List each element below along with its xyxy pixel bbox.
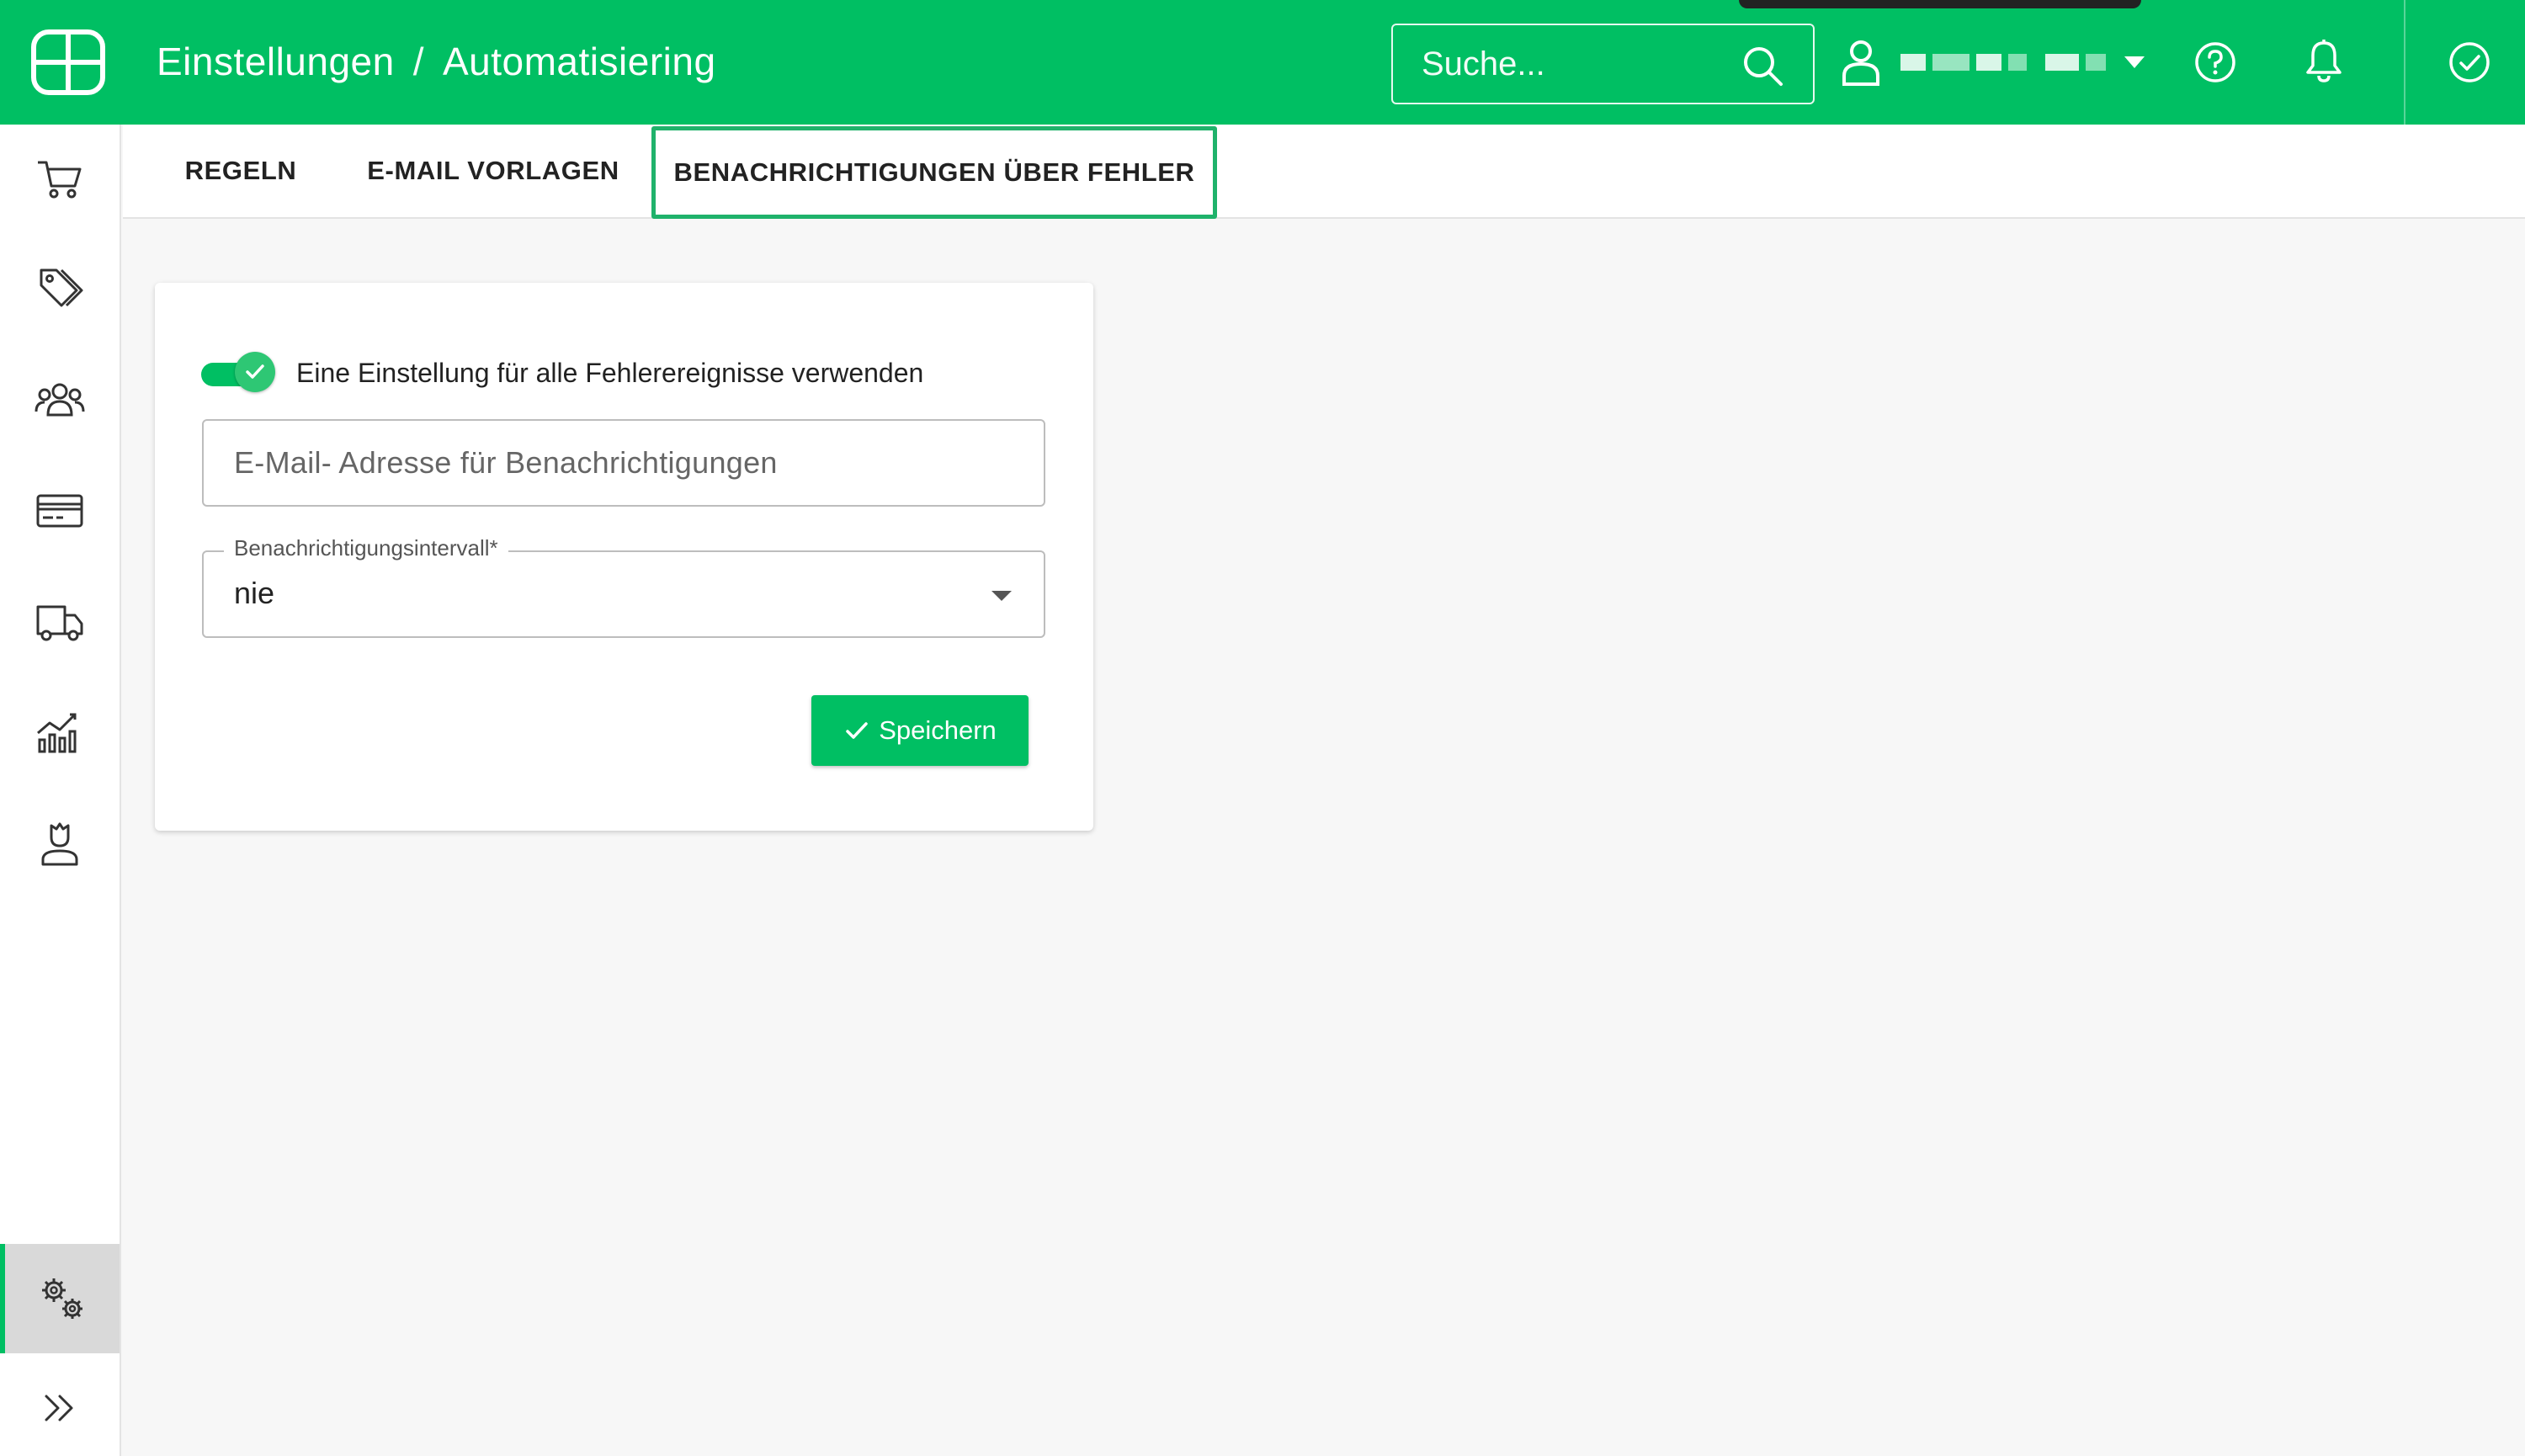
payment-card-icon	[36, 494, 83, 528]
check-icon	[846, 722, 868, 739]
chevron-down-icon[interactable]	[2124, 56, 2145, 68]
single-setting-toggle[interactable]	[201, 352, 275, 394]
top-bar: Einstellungen / Automatisiering	[0, 0, 2525, 125]
topbar-divider	[2404, 0, 2405, 125]
save-button[interactable]: Speichern	[811, 695, 1029, 766]
email-input[interactable]	[234, 421, 991, 505]
sidebar	[0, 125, 121, 1456]
user-icon	[1842, 40, 1879, 86]
sidebar-item-shipping[interactable]	[0, 567, 120, 677]
breadcrumb-separator: /	[412, 40, 424, 83]
sidebar-item-settings[interactable]	[0, 1244, 120, 1353]
tooltip-edge	[1739, 0, 2141, 8]
breadcrumb-settings[interactable]: Einstellungen	[157, 39, 395, 84]
interval-select[interactable]: Benachrichtigungsintervall* nie	[202, 535, 1045, 638]
customers-icon	[35, 383, 85, 417]
support-agent-icon	[41, 822, 78, 866]
tab-email-templates[interactable]: E-MAIL VORLAGEN	[350, 125, 636, 217]
interval-label: Benachrichtigungsintervall*	[224, 535, 508, 561]
help-icon[interactable]	[2193, 40, 2237, 84]
breadcrumb: Einstellungen / Automatisiering	[157, 34, 716, 89]
sidebar-item-customers[interactable]	[0, 345, 120, 454]
user-menu[interactable]	[1842, 37, 2145, 88]
check-circle-icon[interactable]	[2448, 40, 2491, 84]
sidebar-item-products[interactable]	[0, 234, 120, 343]
email-field[interactable]	[202, 419, 1045, 507]
tab-bar: REGELN E-MAIL VORLAGEN BENACHRICHTIGUNGE…	[123, 125, 2525, 219]
search-box[interactable]	[1391, 24, 1815, 104]
settings-gears-icon	[42, 1278, 82, 1319]
logo-icon[interactable]	[30, 29, 106, 96]
interval-value: nie	[234, 576, 275, 610]
expand-chevrons-icon	[45, 1395, 73, 1421]
breadcrumb-automation: Automatisiering	[442, 40, 716, 83]
toggle-knob	[235, 352, 275, 392]
sidebar-expand-button[interactable]	[0, 1353, 120, 1456]
user-name-redacted	[1900, 54, 2106, 71]
sidebar-item-users[interactable]	[0, 789, 120, 899]
tab-rules[interactable]: REGELN	[157, 125, 325, 217]
sidebar-item-analytics[interactable]	[0, 678, 120, 788]
save-button-label: Speichern	[879, 715, 997, 745]
toggle-label: Eine Einstellung für alle Fehlerereignis…	[296, 357, 924, 388]
sidebar-item-payments[interactable]	[0, 456, 120, 566]
search-icon[interactable]	[1741, 44, 1784, 88]
sidebar-item-orders[interactable]	[0, 125, 120, 234]
analytics-icon	[37, 713, 77, 753]
dropdown-arrow-icon[interactable]	[991, 591, 1012, 601]
bell-icon[interactable]	[2304, 39, 2343, 84]
notification-settings-card: Eine Einstellung für alle Fehlerereignis…	[155, 283, 1093, 831]
cart-icon	[38, 161, 82, 199]
tab-error-notifications[interactable]: BENACHRICHTIGUNGEN ÜBER FEHLER	[651, 126, 1217, 219]
checkmark-icon	[246, 364, 264, 379]
search-input[interactable]	[1422, 45, 1725, 83]
truck-icon	[36, 605, 83, 641]
tags-icon	[40, 268, 83, 307]
